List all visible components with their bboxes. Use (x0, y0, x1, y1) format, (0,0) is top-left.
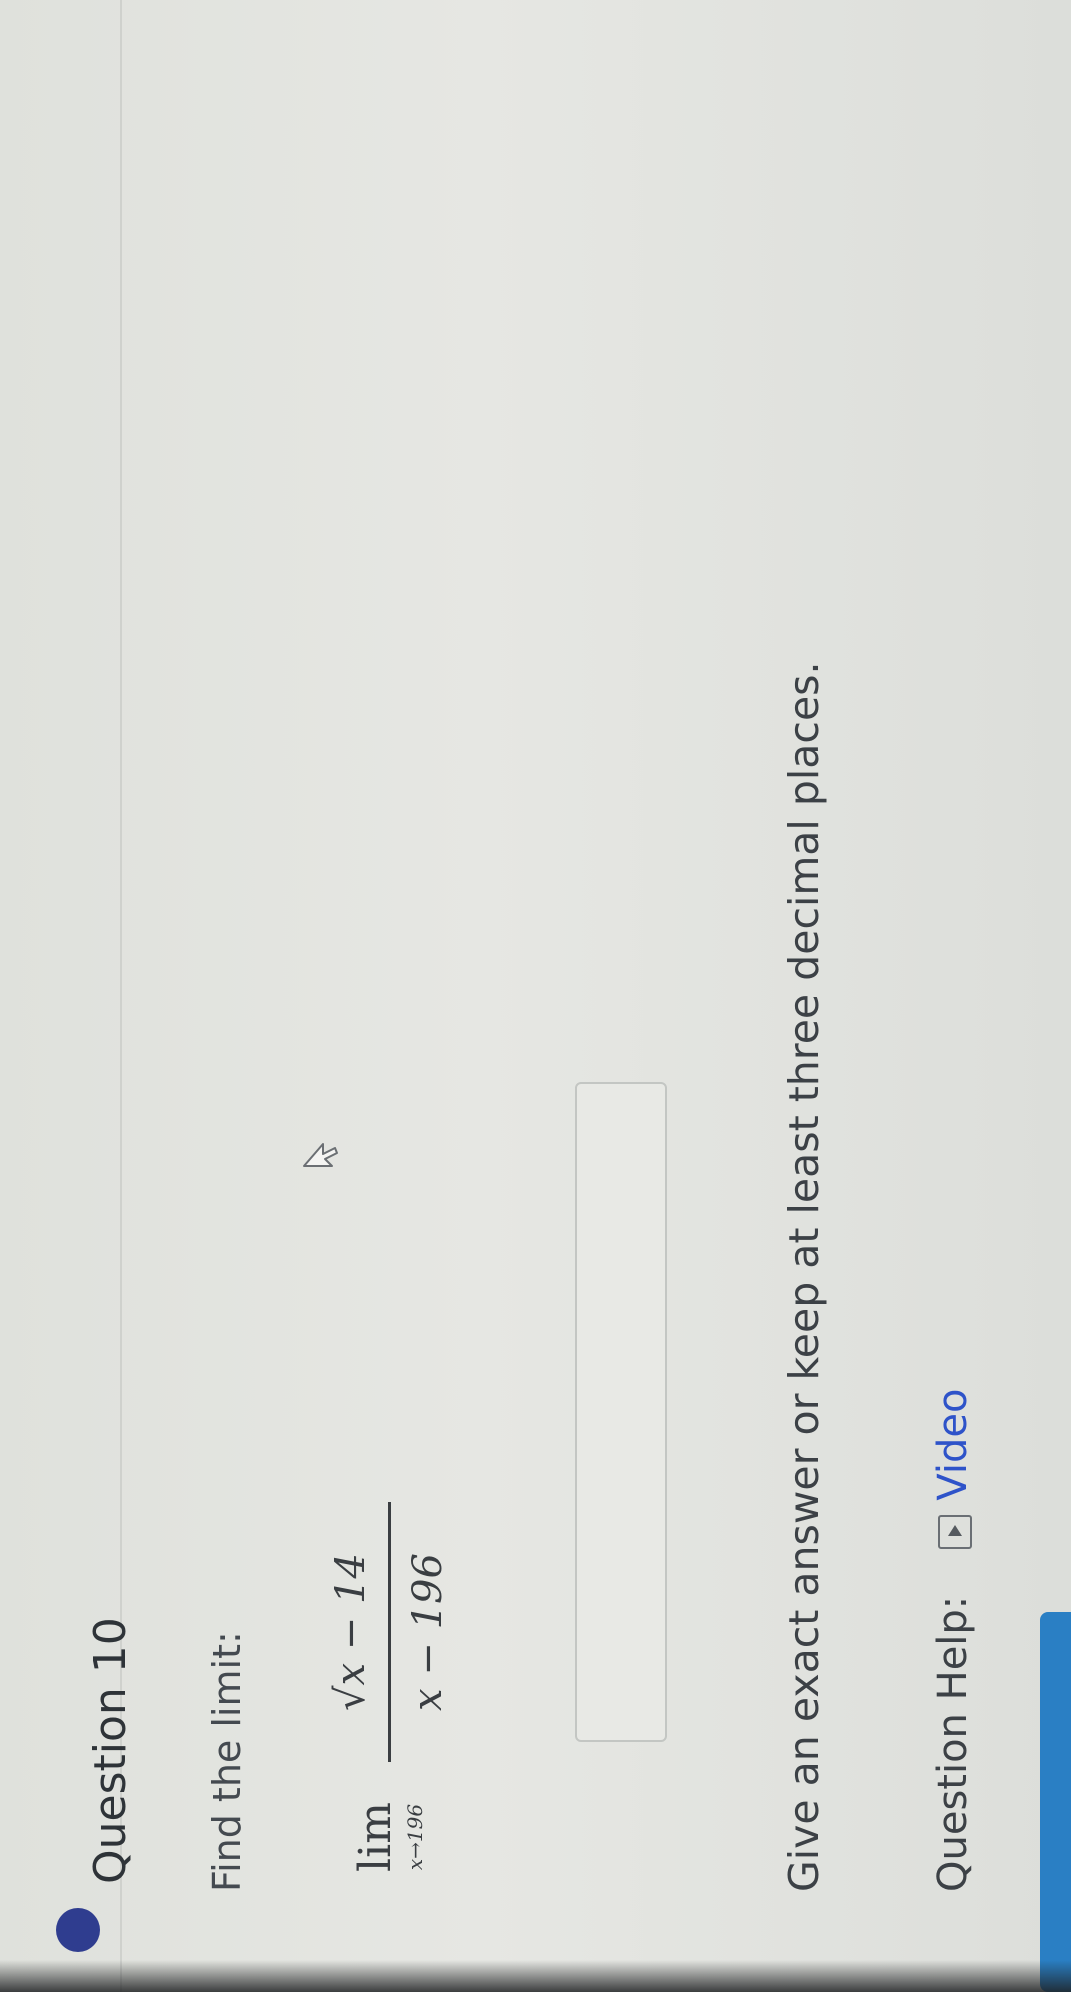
question-page: Question 10 Find the limit: lim x→196 √x… (0, 0, 1071, 1992)
answer-instruction: Give an exact answer or keep at least th… (780, 661, 828, 1892)
question-header: Question 10 (0, 0, 136, 1992)
play-video-icon (938, 1514, 972, 1549)
question-title: Question 10 (84, 1617, 136, 1884)
screen-bezel (0, 1960, 1071, 1992)
limit-operator: lim x→196 (350, 1782, 427, 1892)
limit-word: lim (350, 1802, 401, 1872)
mouse-pointer-icon (303, 1143, 338, 1167)
screen-background: Question 10 Find the limit: lim x→196 √x… (0, 0, 1071, 1992)
fraction-numerator: √x − 14 (328, 1553, 374, 1711)
video-link-label: Video (930, 1388, 976, 1501)
fraction-denominator: x − 196 (405, 1553, 451, 1711)
submit-button[interactable] (1040, 1612, 1071, 1992)
answer-input[interactable] (575, 1082, 667, 1742)
question-help: Question Help: Video (930, 1389, 976, 1892)
question-status-icon (56, 1908, 100, 1952)
video-help-link[interactable]: Video (930, 1389, 976, 1549)
limit-subscript: x→196 (403, 1803, 427, 1871)
question-help-label: Question Help: (930, 1595, 976, 1892)
fraction: √x − 14 x − 196 (320, 1502, 459, 1762)
problem-prompt: Find the limit: (205, 1631, 249, 1892)
fraction-bar (388, 1502, 391, 1762)
